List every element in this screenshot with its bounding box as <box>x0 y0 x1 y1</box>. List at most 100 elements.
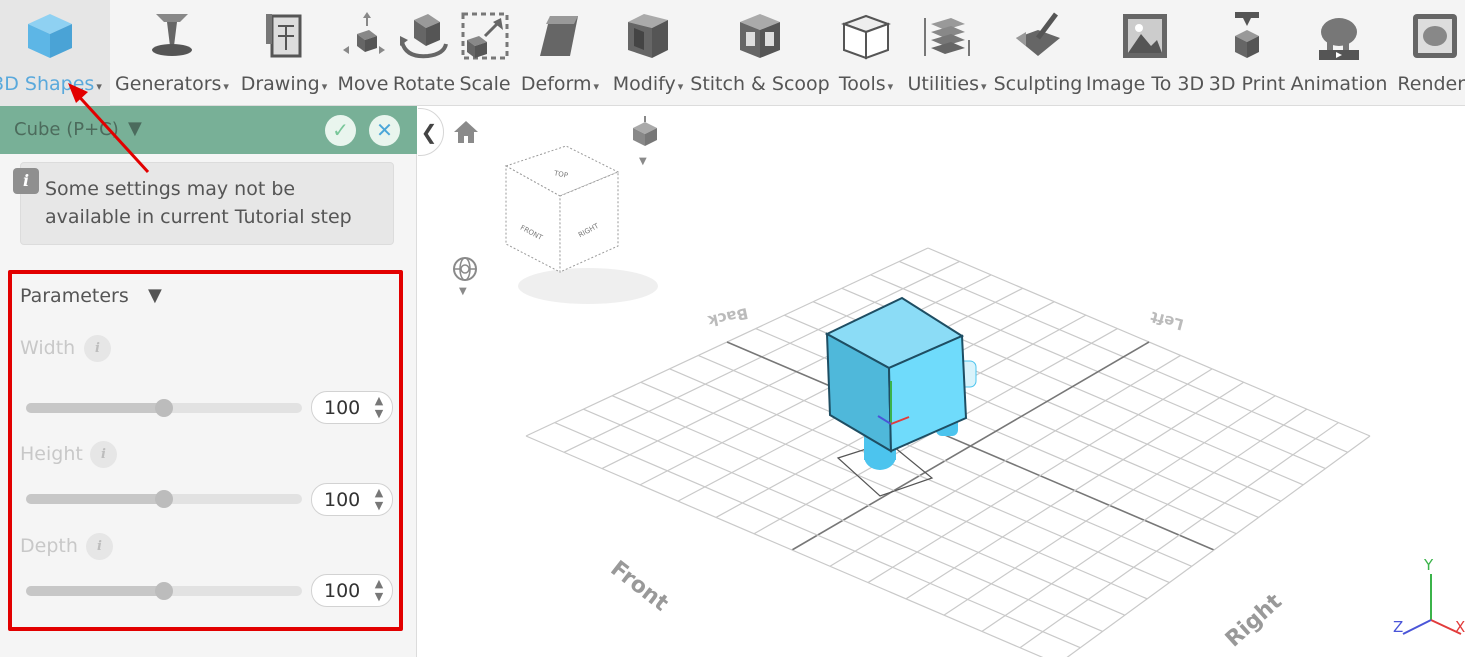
toolbar-label: 3D Print <box>1208 73 1286 95</box>
info-text: Some settings may not be available in cu… <box>45 178 352 228</box>
toolbar-label: 3D Shapes <box>0 73 95 95</box>
toolbar-image-to-3d[interactable]: Image To 3D <box>1084 0 1206 106</box>
panel-title: Cube (P+C) <box>14 119 119 140</box>
stepper-down-icon[interactable]: ▼ <box>372 590 386 603</box>
panel-collapse-caret-icon[interactable]: ▼ <box>128 118 142 139</box>
animation-icon <box>1319 18 1359 60</box>
width-slider[interactable] <box>26 399 302 417</box>
toolbar-rotate[interactable]: Rotate <box>392 0 456 106</box>
stepper-arrows[interactable]: ▲ ▼ <box>372 394 386 420</box>
parameters-collapse-caret-icon[interactable]: ▼ <box>148 285 162 306</box>
toolbar-label: Render <box>1397 73 1465 95</box>
toolbar-label: Image To 3D <box>1085 73 1205 95</box>
render-icon <box>1413 14 1457 58</box>
toolbar-3d-print[interactable]: 3D Print <box>1206 0 1288 106</box>
toolbar-generators[interactable]: Generators ▾ <box>110 0 234 106</box>
grid-line <box>554 422 1081 649</box>
toolbar-label: Modify <box>612 73 676 95</box>
toolbar-label: Scale <box>459 73 511 95</box>
toolbar-utilities[interactable]: Utilities ▾ <box>902 0 992 106</box>
toolbar-drawing[interactable]: Drawing ▾ <box>236 0 332 106</box>
grid-line <box>1066 435 1371 657</box>
toolbar-animation[interactable]: Animation <box>1288 0 1390 106</box>
width-value[interactable]: 100 <box>324 397 360 419</box>
slider-handle[interactable] <box>155 582 173 600</box>
caret-down-icon: ▾ <box>980 80 987 93</box>
slider-handle[interactable] <box>155 399 173 417</box>
caret-down-icon: ▾ <box>887 80 894 93</box>
stepper-down-icon[interactable]: ▼ <box>372 407 386 420</box>
depth-stepper[interactable]: 100 ▲ ▼ <box>311 574 393 607</box>
toolbar-label: Move <box>337 73 389 95</box>
perspective-caret-icon[interactable]: ▼ <box>639 156 647 167</box>
slider-fill <box>26 586 164 596</box>
toolbar-label: Stitch & Scoop <box>690 73 830 95</box>
modify-icon <box>628 14 668 58</box>
rotate-icon <box>400 14 448 59</box>
stepper-up-icon[interactable]: ▲ <box>372 394 386 407</box>
toolbar-label: Drawing <box>240 73 320 95</box>
toolbar-label: Utilities <box>907 73 979 95</box>
generators-icon <box>152 14 192 56</box>
home-icon[interactable] <box>452 118 480 146</box>
width-label: Width <box>20 337 76 359</box>
toolbar-label: Deform <box>520 73 592 95</box>
3d-print-icon <box>1235 12 1259 58</box>
caret-down-icon: ▾ <box>223 80 229 93</box>
depth-value[interactable]: 100 <box>324 580 360 602</box>
height-info-icon[interactable]: i <box>90 441 117 468</box>
confirm-button[interactable]: ✓ <box>325 115 356 146</box>
stepper-arrows[interactable]: ▲ ▼ <box>372 577 386 603</box>
depth-info-icon[interactable]: i <box>86 533 113 560</box>
perspective-icon[interactable] <box>628 116 662 150</box>
caret-down-icon: ▾ <box>96 80 102 93</box>
toolbar-deform[interactable]: Deform ▾ <box>514 0 606 106</box>
height-stepper[interactable]: 100 ▲ ▼ <box>311 483 393 516</box>
depth-slider[interactable] <box>26 582 302 600</box>
stepper-arrows[interactable]: ▲ ▼ <box>372 486 386 512</box>
caret-down-icon: ▾ <box>677 80 684 93</box>
width-stepper[interactable]: 100 ▲ ▼ <box>311 391 393 424</box>
floor-label-left: Left <box>1149 308 1186 334</box>
stepper-up-icon[interactable]: ▲ <box>372 486 386 499</box>
3d-viewport[interactable]: Back Left Front Right TOP FRONT RIGHT ❮ … <box>418 106 1465 657</box>
toolbar-label: Tools <box>838 73 886 95</box>
height-label: Height <box>20 443 83 465</box>
toolbar-scale[interactable]: Scale <box>456 0 514 106</box>
height-slider[interactable] <box>26 490 302 508</box>
stepper-up-icon[interactable]: ▲ <box>372 577 386 590</box>
width-info-icon[interactable]: i <box>84 335 111 362</box>
toolbar-move[interactable]: Move <box>334 0 392 106</box>
toolbar-label: Rotate <box>392 73 456 95</box>
properties-panel: Cube (P+C) ▼ ✓ ✕ i Some settings may not… <box>0 106 417 657</box>
sculpting-icon <box>1016 12 1060 56</box>
toolbar-sculpting[interactable]: Sculpting <box>992 0 1084 106</box>
caret-down-icon: ▾ <box>593 80 600 93</box>
parameters-title: Parameters <box>20 285 129 307</box>
floor-label-back: Back <box>705 304 749 330</box>
slider-handle[interactable] <box>155 490 173 508</box>
main-toolbar: 3D Shapes ▾ Generators ▾ Drawing ▾ Move … <box>0 0 1465 106</box>
caret-down-icon: ▾ <box>321 80 328 93</box>
axis-z-label: Z <box>1393 618 1403 636</box>
orbit-caret-icon[interactable]: ▼ <box>459 286 467 297</box>
toolbar-label: Generators <box>115 73 222 95</box>
toolbar-stitch-scoop[interactable]: Stitch & Scoop <box>690 0 830 106</box>
toolbar-render[interactable]: Render▾ <box>1390 0 1465 106</box>
drawing-icon <box>266 14 302 58</box>
cube-object[interactable] <box>824 296 968 453</box>
toolbar-modify[interactable]: Modify ▾ <box>606 0 690 106</box>
height-value[interactable]: 100 <box>324 489 360 511</box>
cancel-button[interactable]: ✕ <box>369 115 400 146</box>
toolbar-label: Sculpting <box>993 73 1083 95</box>
floor-label-front: Front <box>606 556 674 616</box>
floor-label-right: Right <box>1221 589 1287 652</box>
orbit-icon[interactable] <box>450 254 480 284</box>
app-window: 3D Shapes ▾ Generators ▾ Drawing ▾ Move … <box>0 0 1465 657</box>
panel-header: Cube (P+C) ▼ ✓ ✕ <box>0 106 417 154</box>
view-cube[interactable]: TOP FRONT RIGHT <box>488 136 688 326</box>
cube-icon <box>28 14 72 58</box>
toolbar-tools[interactable]: Tools ▾ <box>830 0 902 106</box>
toolbar-3d-shapes[interactable]: 3D Shapes ▾ <box>0 0 110 106</box>
stepper-down-icon[interactable]: ▼ <box>372 499 386 512</box>
